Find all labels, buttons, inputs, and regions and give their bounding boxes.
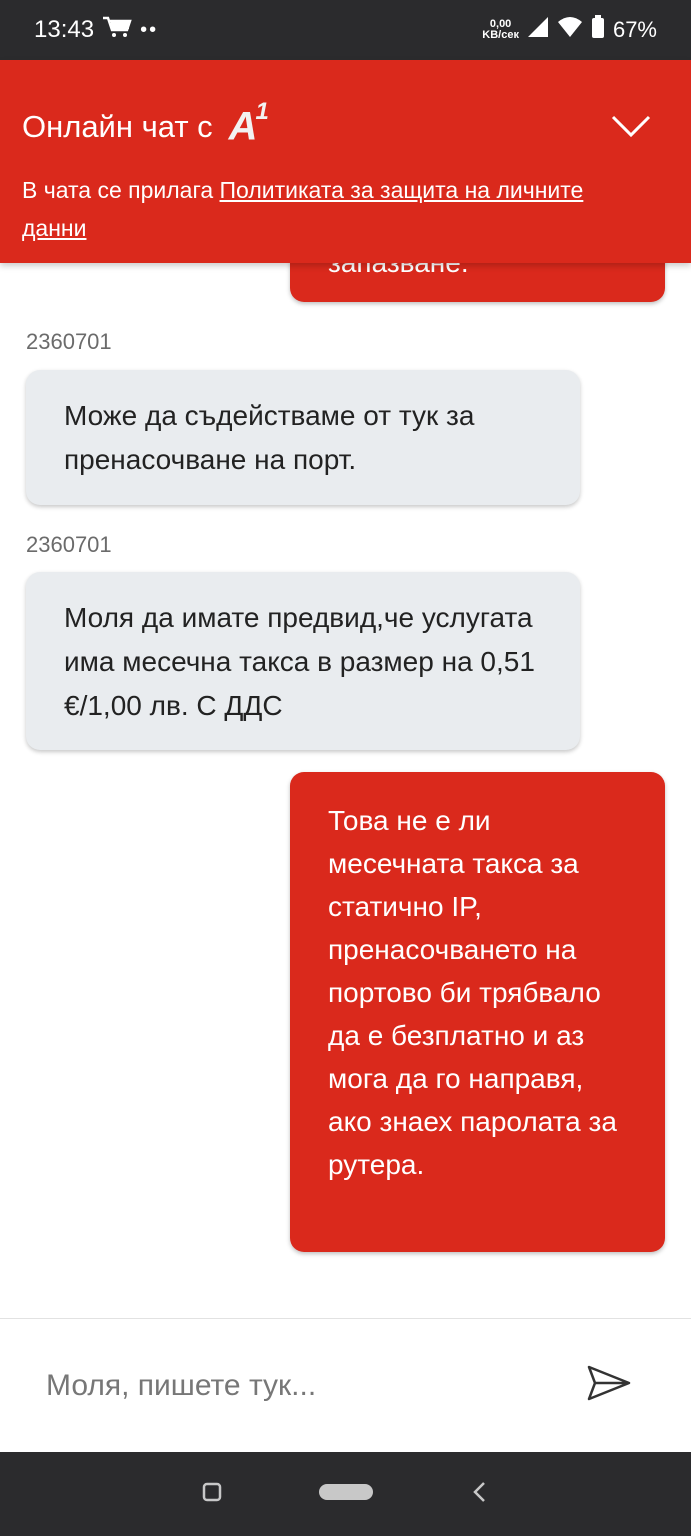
message-text: Може да съдействаме от тук за пренасочва…: [64, 400, 475, 475]
network-speed: 0,00 KB/сек: [482, 19, 519, 41]
policy-prefix: В чата се прилага: [22, 177, 220, 204]
status-left: 13:43 ••: [34, 16, 158, 45]
home-pill-icon[interactable]: [318, 1481, 374, 1508]
a1-logo: A1: [228, 98, 269, 149]
back-icon[interactable]: [469, 1480, 491, 1509]
header-title-row: Онлайн чат с A1: [22, 98, 651, 149]
logo-letter: A: [228, 104, 258, 149]
signal-icon: [527, 16, 549, 44]
battery-percent: 67%: [612, 17, 657, 42]
chat-messages[interactable]: запазване. 2360701 Може да съдействаме о…: [0, 263, 691, 1318]
speed-unit: KB/сек: [482, 29, 519, 41]
status-bar: 13:43 •• 0,00 KB/сек 67%: [0, 0, 691, 60]
battery-icon: [591, 15, 605, 45]
agent-message: Може да съдействаме от тук за пренасочва…: [26, 370, 580, 505]
status-time: 13:43: [34, 16, 95, 43]
message-input[interactable]: [46, 1368, 526, 1403]
cart-icon: [102, 16, 132, 45]
message-text: запазване.: [328, 263, 627, 284]
user-message: запазване.: [290, 263, 665, 302]
agent-id: 2360701: [26, 329, 112, 354]
agent-message: Моля да имате предвид,че услугата има ме…: [26, 572, 580, 750]
header-title-text: Онлайн чат с: [22, 108, 213, 144]
system-nav-bar: [0, 1452, 691, 1536]
message-text: Това не е ли месечната такса за статично…: [328, 805, 617, 1180]
recents-icon[interactable]: [201, 1481, 223, 1508]
chat-header: Онлайн чат с A1 В чата се прилага Полити…: [0, 60, 691, 263]
message-composer: [0, 1318, 691, 1452]
send-icon[interactable]: [587, 1365, 631, 1406]
agent-id: 2360701: [26, 532, 112, 557]
message-text: Моля да имате предвид,че услугата има ме…: [64, 602, 535, 721]
chevron-down-icon[interactable]: [611, 107, 651, 147]
user-message: Това не е ли месечната такса за статично…: [290, 772, 665, 1252]
privacy-notice: В чата се прилага Политиката за защита н…: [22, 171, 651, 247]
wifi-icon: [557, 16, 583, 44]
status-right: 0,00 KB/сек 67%: [482, 15, 657, 45]
dots-icon: ••: [140, 18, 159, 41]
header-title: Онлайн чат с A1: [22, 98, 269, 149]
logo-sup: 1: [255, 98, 269, 125]
